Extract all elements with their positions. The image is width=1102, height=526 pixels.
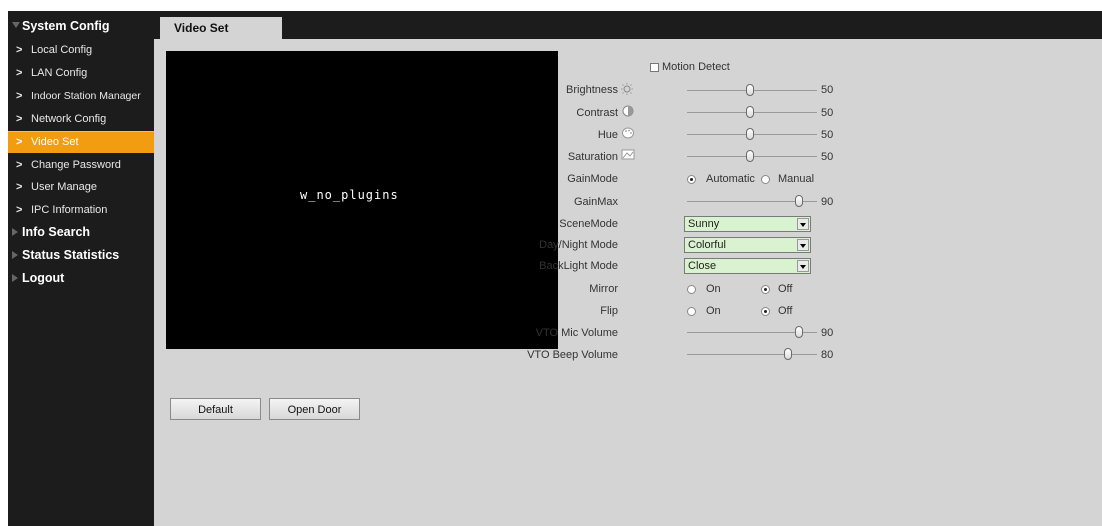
content-panel: w_no_plugins Default Open Door Motion De… xyxy=(154,39,1102,526)
saturation-label: Saturation xyxy=(567,151,618,163)
dropdown-arrow-icon[interactable] xyxy=(797,260,809,272)
saturation-icon xyxy=(621,149,635,160)
contrast-icon xyxy=(622,105,634,117)
day-night-mode-select[interactable]: Colorful xyxy=(684,237,811,253)
sidebar-item-user-manage[interactable]: > User Manage xyxy=(8,177,154,198)
chevron-right-icon: > xyxy=(16,159,23,171)
chevron-right-icon: > xyxy=(16,204,23,216)
scene-mode-value: Sunny xyxy=(688,218,720,230)
scene-mode-select[interactable]: Sunny xyxy=(684,216,811,232)
sidebar-item-network-config[interactable]: > Network Config xyxy=(8,109,154,130)
section-info-search[interactable]: Info Search xyxy=(8,221,154,243)
day-night-mode-value: Colorful xyxy=(688,239,726,251)
video-preview: w_no_plugins xyxy=(166,51,558,349)
sidebar-item-video-set[interactable]: > Video Set xyxy=(8,131,154,153)
sidebar-item-local-config[interactable]: > Local Config xyxy=(8,40,154,61)
expand-right-icon xyxy=(12,251,18,259)
gain-max-value: 90 xyxy=(821,196,834,208)
chevron-right-icon: > xyxy=(16,181,23,193)
hue-label: Hue xyxy=(597,129,618,141)
sidebar: System Config > Local Config > LAN Confi… xyxy=(8,11,154,526)
gain-mode-automatic-radio[interactable] xyxy=(687,175,696,184)
vto-mic-volume-slider-handle[interactable] xyxy=(795,326,803,338)
motion-detect-label: Motion Detect xyxy=(662,61,730,73)
vto-beep-volume-label: VTO Beep Volume xyxy=(527,349,618,361)
flip-on-label: On xyxy=(706,305,721,317)
backlight-mode-select[interactable]: Close xyxy=(684,258,811,274)
section-system-config[interactable]: System Config xyxy=(8,15,154,37)
hue-slider-handle[interactable] xyxy=(746,128,754,140)
gain-mode-automatic-label: Automatic xyxy=(706,173,755,185)
vto-mic-volume-value: 90 xyxy=(821,327,834,339)
contrast-value: 50 xyxy=(821,107,834,119)
section-logout[interactable]: Logout xyxy=(8,267,154,289)
palette-icon xyxy=(622,127,634,139)
dropdown-arrow-icon[interactable] xyxy=(797,239,809,251)
chevron-right-icon: > xyxy=(16,90,23,102)
open-door-button[interactable]: Open Door xyxy=(269,398,360,420)
tab-video-set[interactable]: Video Set xyxy=(160,17,282,39)
vto-beep-volume-slider-handle[interactable] xyxy=(784,348,792,360)
brightness-slider-handle[interactable] xyxy=(746,84,754,96)
gain-mode-manual-label: Manual xyxy=(778,173,815,185)
top-border xyxy=(0,0,1102,11)
chevron-right-icon: > xyxy=(16,44,23,56)
vto-beep-volume-slider[interactable] xyxy=(687,354,817,355)
expand-down-icon xyxy=(12,22,20,28)
flip-off-label: Off xyxy=(778,305,793,317)
sun-icon xyxy=(621,83,633,95)
dropdown-arrow-icon[interactable] xyxy=(797,218,809,230)
mirror-on-label: On xyxy=(706,283,721,295)
gain-mode-manual-radio[interactable] xyxy=(761,175,770,184)
motion-detect-checkbox[interactable] xyxy=(650,63,659,72)
gain-mode-label: GainMode xyxy=(567,173,618,185)
plugin-placeholder-text: w_no_plugins xyxy=(300,188,399,202)
saturation-value: 50 xyxy=(821,151,834,163)
sidebar-item-lan-config[interactable]: > LAN Config xyxy=(8,63,154,84)
chevron-right-icon: > xyxy=(16,113,23,125)
hue-value: 50 xyxy=(821,129,834,141)
mirror-label: Mirror xyxy=(589,283,618,295)
brightness-label: Brightness xyxy=(566,84,618,96)
day-night-mode-label: Day/Night Mode xyxy=(539,239,618,251)
mirror-on-radio[interactable] xyxy=(687,285,696,294)
contrast-label: Contrast xyxy=(576,107,618,119)
chevron-right-icon: > xyxy=(16,136,23,148)
expand-right-icon xyxy=(12,274,18,282)
contrast-slider-handle[interactable] xyxy=(746,106,754,118)
gain-max-label: GainMax xyxy=(573,196,618,208)
brightness-value: 50 xyxy=(821,84,834,96)
expand-right-icon xyxy=(12,228,18,236)
sidebar-item-indoor-station-manager[interactable]: > Indoor Station Manager xyxy=(8,86,154,107)
chevron-right-icon: > xyxy=(16,67,23,79)
mirror-off-radio[interactable] xyxy=(761,285,770,294)
vto-mic-volume-label: VTO Mic Volume xyxy=(535,327,618,339)
backlight-mode-label: BackLight Mode xyxy=(539,260,618,272)
default-button[interactable]: Default xyxy=(170,398,261,420)
flip-label: Flip xyxy=(600,305,618,317)
backlight-mode-value: Close xyxy=(688,260,717,272)
tab-bar: Video Set xyxy=(154,11,1102,39)
vto-beep-volume-value: 80 xyxy=(821,349,834,361)
scene-mode-label: SceneMode xyxy=(559,218,618,230)
gain-max-slider-handle[interactable] xyxy=(795,195,803,207)
mirror-off-label: Off xyxy=(778,283,793,295)
sidebar-item-change-password[interactable]: > Change Password xyxy=(8,155,154,176)
flip-on-radio[interactable] xyxy=(687,307,696,316)
flip-off-radio[interactable] xyxy=(761,307,770,316)
saturation-slider-handle[interactable] xyxy=(746,150,754,162)
sidebar-item-ipc-information[interactable]: > IPC Information xyxy=(8,200,154,221)
section-status-statistics[interactable]: Status Statistics xyxy=(8,244,154,266)
